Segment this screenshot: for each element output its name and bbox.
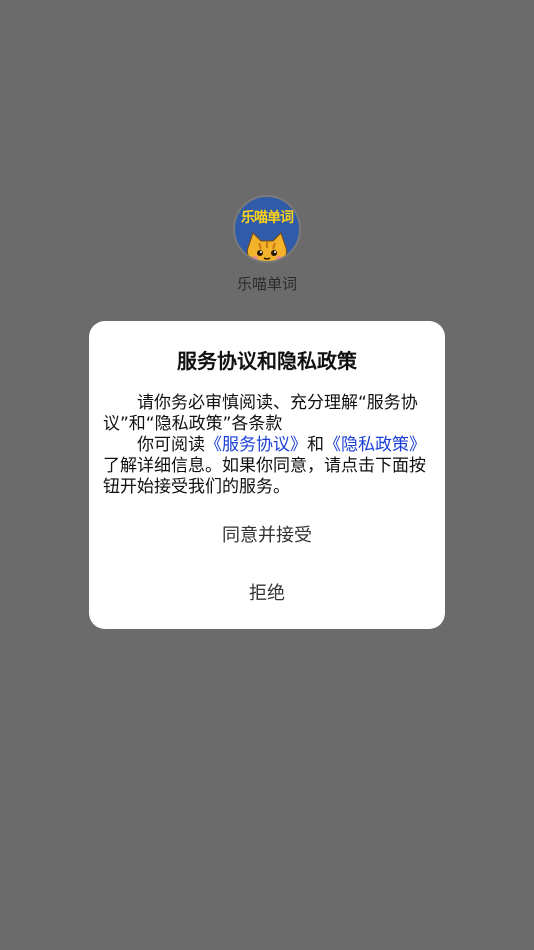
dialog-paragraph-1: 请你务必审慎阅读、充分理解“服务协议”和“隐私政策”各条款 (103, 393, 418, 434)
conjunction-text: 和 (307, 435, 324, 455)
privacy-dialog: 服务协议和隐私政策 请你务必审慎阅读、充分理解“服务协议”和“隐私政策”各条款 … (89, 321, 445, 629)
service-agreement-link[interactable]: 《服务协议》 (205, 435, 307, 455)
dialog-paragraph-2: 你可阅读《服务协议》和《隐私政策》了解详细信息。如果你同意，请点击下面按钮开始接… (103, 435, 431, 498)
reject-button[interactable]: 拒绝 (89, 579, 445, 605)
logo-text: 乐喵单词 (241, 210, 294, 226)
app-name: 乐喵单词 (236, 275, 297, 293)
app-logo-icon: 乐喵单词 (233, 195, 301, 263)
dialog-body: 请你务必审慎阅读、充分理解“服务协议”和“隐私政策”各条款 你可阅读《服务协议》… (103, 393, 431, 498)
cat-icon (246, 232, 288, 261)
paragraph-2-prefix: 你可阅读 (137, 435, 205, 455)
paragraph-2-suffix: 了解详细信息。如果你同意，请点击下面按钮开始接受我们的服务。 (103, 456, 426, 497)
screen: 乐喵单词 乐喵单词 服务协议和隐私政策 请你务必审慎阅读、充分理解“服务协议”和… (0, 0, 534, 950)
dialog-title: 服务协议和隐私政策 (177, 349, 357, 373)
accept-button[interactable]: 同意并接受 (89, 521, 445, 547)
privacy-policy-link[interactable]: 《隐私政策》 (324, 435, 426, 455)
